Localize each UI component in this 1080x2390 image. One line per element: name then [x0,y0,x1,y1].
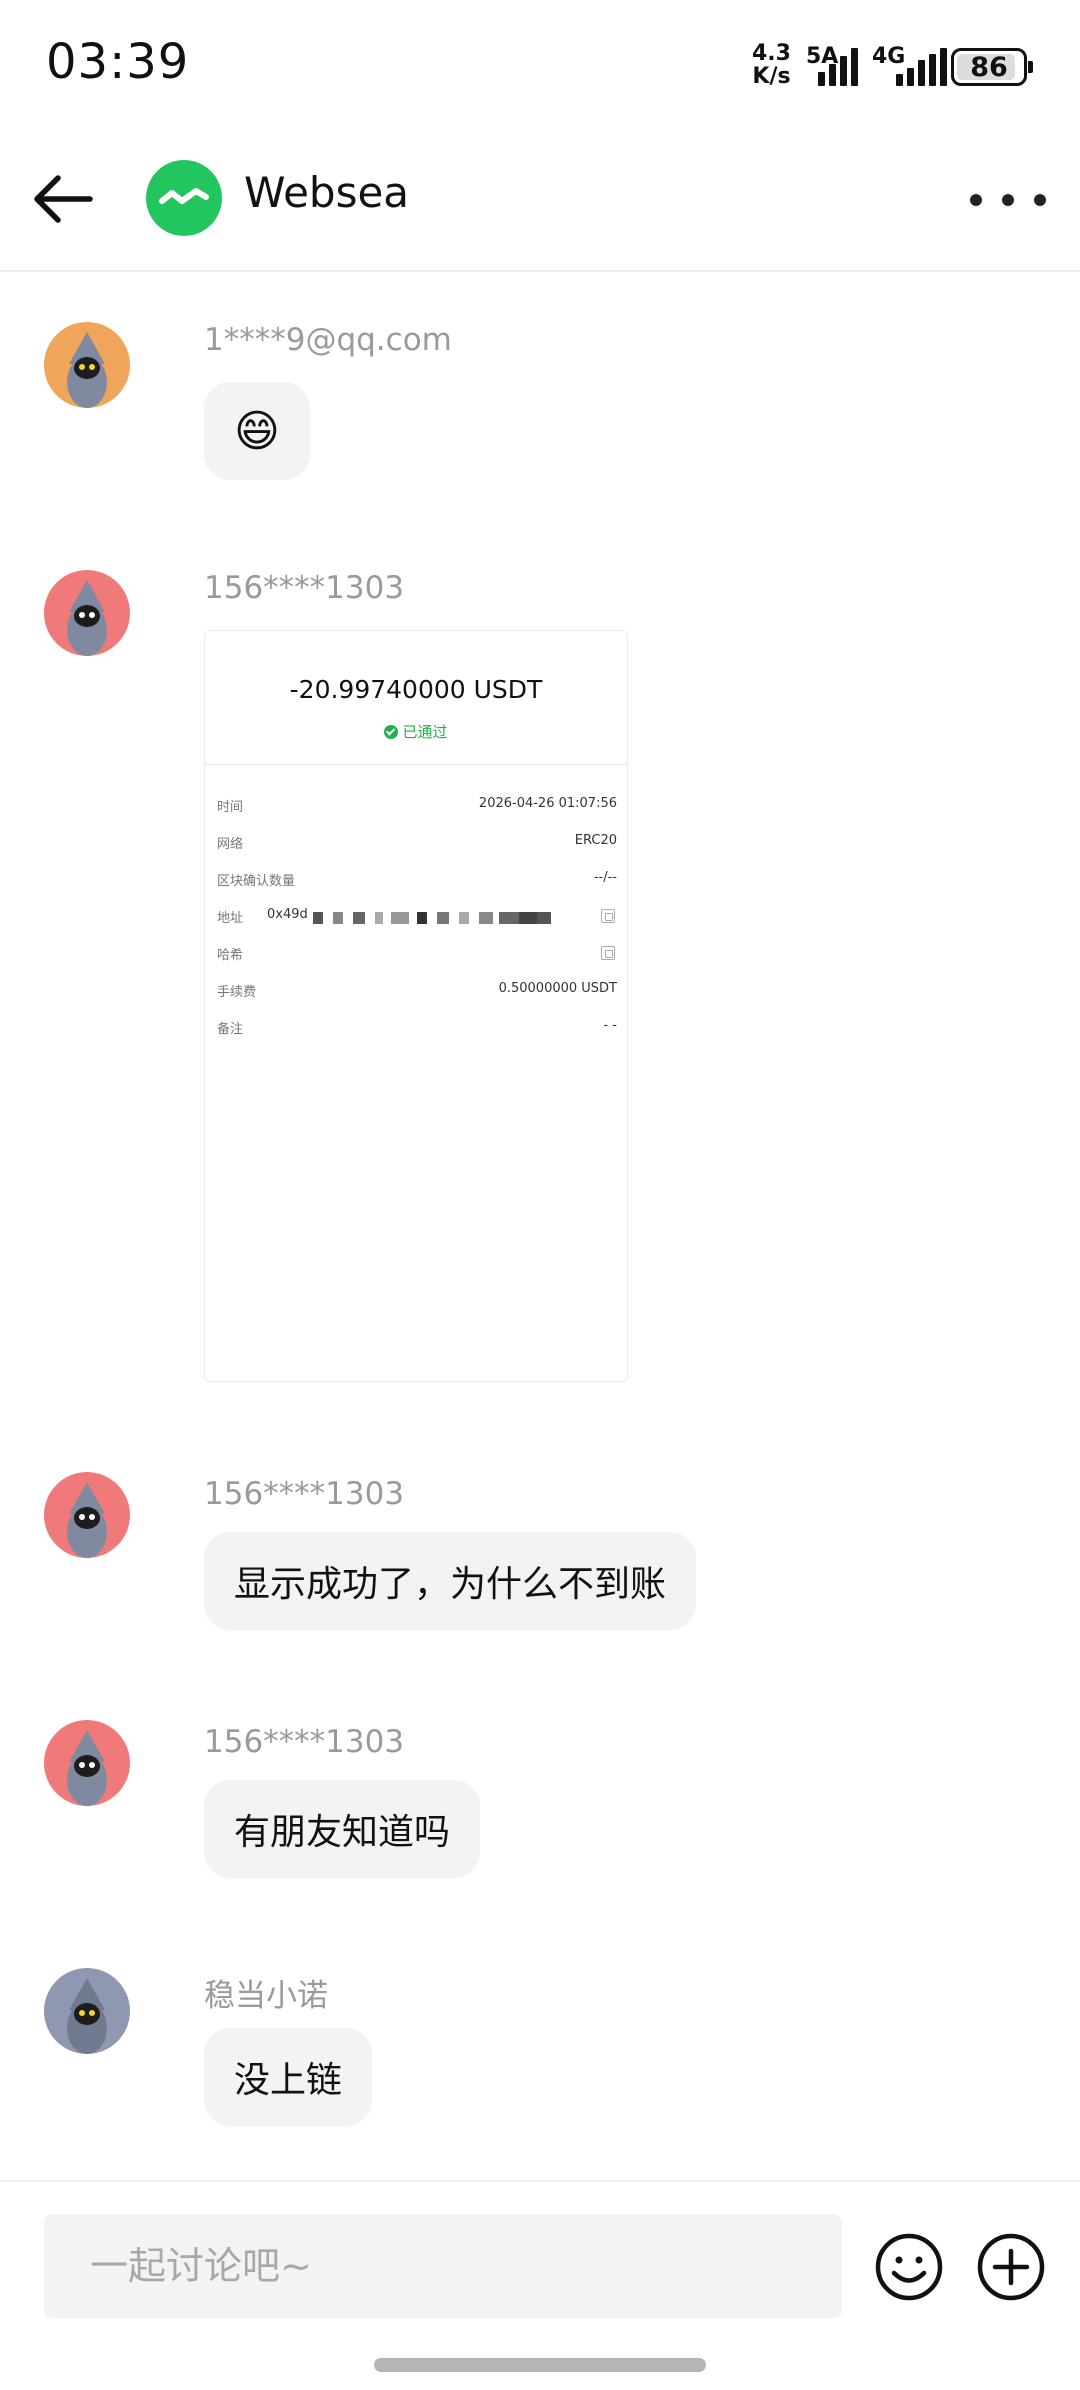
input-bar [0,2180,1080,2340]
tx-row: 哈希 [217,944,617,966]
avatar[interactable] [44,1720,130,1806]
arrow-left-icon[interactable] [30,166,96,232]
chat-header: Websea [0,130,1080,272]
tx-row: 手续费 0.50000000 USDT [217,981,617,1000]
message-bubble[interactable]: 😄 [204,382,310,480]
battery-icon: 86 [951,48,1033,86]
websea-logo [146,160,222,236]
message-bubble[interactable]: 显示成功了，为什么不到账 [204,1532,697,1630]
sender-name: 156****1303 [204,1724,405,1760]
status-time: 03:39 [46,34,190,90]
battery-level: 86 [970,51,1008,83]
message-input[interactable] [44,2214,842,2318]
tx-row: 备注 - - [217,1018,617,1037]
tx-row: 地址 0x49d [217,907,617,929]
network-speed: 4.3 K/s [752,42,791,88]
sender-name: 稳当小诺 [204,1978,328,2014]
sender-name: 156****1303 [204,1476,405,1512]
status-bar: 03:39 4.3 K/s 5A 4G 86 [0,0,1080,130]
tx-row: 时间 2026-04-26 01:07:56 [217,796,617,815]
network-speed-value: 4.3 [752,41,791,66]
more-horizontal-icon[interactable] [970,180,1046,220]
transaction-screenshot[interactable]: -20.99740000 USDT 已通过 时间 2026-04-26 01:07… [204,630,628,1382]
smile-icon[interactable] [874,2232,944,2302]
avatar[interactable] [44,570,130,656]
plus-circle-icon[interactable] [976,2232,1046,2302]
message-bubble[interactable]: 没上链 [204,2028,373,2126]
copy-icon[interactable] [601,946,615,960]
page-title: Websea [244,168,410,217]
sender-name: 1****9@qq.com [204,322,452,358]
avatar[interactable] [44,1472,130,1558]
divider [205,764,627,765]
avatar[interactable] [44,322,130,408]
signal-icon [818,48,858,86]
home-indicator[interactable] [374,2358,706,2372]
signal-icon-2 [896,48,947,86]
network-speed-unit: K/s [752,64,791,89]
tx-amount: -20.99740000 USDT [289,675,543,704]
tx-row: 区块确认数量 --/-- [217,870,617,889]
message-bubble[interactable]: 有朋友知道吗 [204,1780,481,1878]
avatar[interactable] [44,1968,130,2054]
sender-name: 156****1303 [204,570,405,606]
copy-icon[interactable] [601,909,615,923]
check-circle-icon [384,725,399,739]
blurred-address [313,912,551,924]
tx-row: 网络 ERC20 [217,833,617,852]
tx-status: 已通过 [205,721,627,742]
